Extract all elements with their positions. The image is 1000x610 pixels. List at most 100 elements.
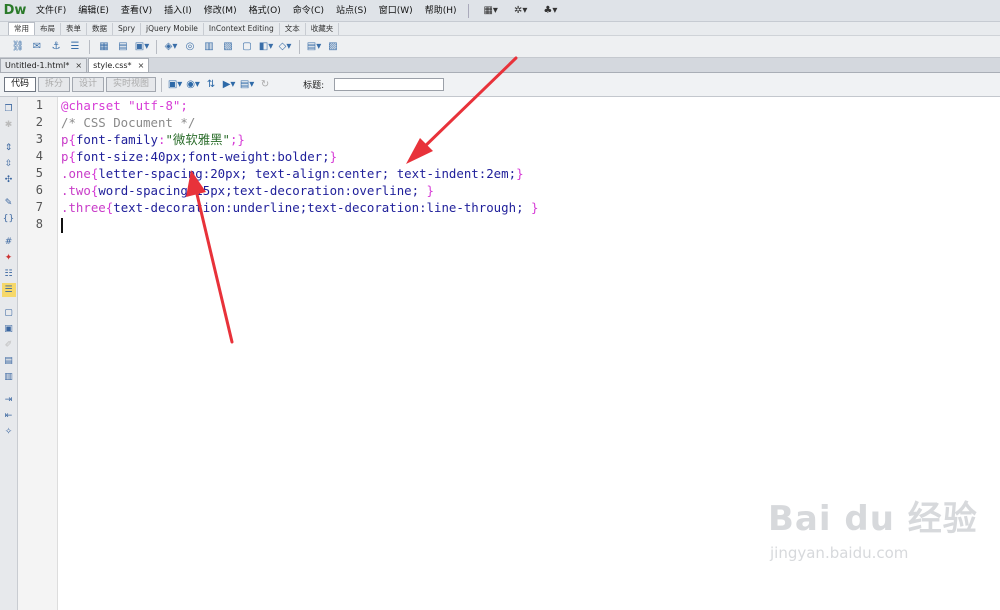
select-parent-tag-icon[interactable]: ✎	[2, 196, 16, 210]
category-incontext-editing[interactable]: InContext Editing	[204, 22, 280, 35]
refresh-icon[interactable]: ↻	[257, 77, 273, 93]
category-favorites[interactable]: 收藏夹	[306, 22, 340, 35]
declarations: word-spacing:15px;text-decoration:overli…	[98, 183, 427, 198]
menu-window[interactable]: 窗口(W)	[373, 0, 419, 22]
email-link-icon[interactable]: ✉	[29, 39, 45, 55]
check-page-icon[interactable]: ▤▾	[239, 77, 255, 93]
category-jquery-mobile[interactable]: jQuery Mobile	[141, 22, 204, 35]
menu-help[interactable]: 帮助(H)	[419, 0, 463, 22]
design-view-button[interactable]: 设计	[72, 77, 105, 92]
tab-style-css[interactable]: style.css* ×	[88, 58, 150, 72]
site-icon[interactable]: ♣▾	[535, 5, 565, 16]
selector: .three	[61, 200, 106, 215]
gear-icon[interactable]: ✲▾	[506, 5, 535, 16]
div-icon[interactable]: ▤	[115, 39, 131, 55]
toolbar-separator	[156, 39, 157, 54]
tag-chooser-icon[interactable]: ▨	[325, 39, 341, 55]
code-line-2[interactable]: /* CSS Document */	[61, 114, 1000, 131]
code-view-button[interactable]: 代码	[4, 77, 37, 92]
live-view-button[interactable]: 实时视图	[106, 77, 157, 92]
category-forms[interactable]: 表单	[61, 22, 87, 35]
apply-comment-icon[interactable]: ▢	[2, 306, 16, 320]
table-icon[interactable]: ▦	[96, 39, 112, 55]
wrap-tag-icon[interactable]: ✐	[2, 338, 16, 352]
close-icon[interactable]: ×	[75, 59, 82, 72]
code-line-3[interactable]: p{font-family:"微软雅黑";}	[61, 131, 1000, 148]
menu-site[interactable]: 站点(S)	[330, 0, 373, 22]
head-icon[interactable]: ◧▾	[258, 39, 274, 55]
dreamweaver-window: Dw 文件(F) 编辑(E) 查看(V) 插入(I) 修改(M) 格式(O) 命…	[0, 0, 1000, 610]
show-code-navigator-icon[interactable]: ✱	[2, 118, 16, 132]
horizontal-rule-icon[interactable]: ☰	[67, 39, 83, 55]
multiscreen-icon[interactable]: ▣▾	[167, 77, 183, 93]
declarations: text-decoration:underline;text-decoratio…	[113, 200, 531, 215]
remove-comment-icon[interactable]: ▣	[2, 322, 16, 336]
toolbar-separator	[89, 39, 90, 54]
auto-indent-icon[interactable]: ☰	[1, 283, 16, 297]
format-source-code-icon[interactable]: ✧	[2, 425, 16, 439]
brace: }	[530, 200, 539, 215]
line-number: 7	[35, 200, 43, 214]
recent-snippets-icon[interactable]: ▤	[2, 354, 16, 368]
date-icon[interactable]: ▥	[201, 39, 217, 55]
preview-browser-icon[interactable]: ◉▾	[185, 77, 201, 93]
expand-all-icon[interactable]: ✣	[2, 173, 16, 187]
comment: /* CSS Document */	[61, 115, 196, 130]
highlight-invalid-code-icon[interactable]: ✦	[2, 251, 16, 265]
string-value: "utf-8"	[128, 98, 181, 113]
outdent-code-icon[interactable]: ⇤	[2, 409, 16, 423]
line-number: 3	[35, 132, 43, 146]
code-line-4[interactable]: p{font-size:40px;font-weight:bolder;}	[61, 148, 1000, 165]
server-side-include-icon[interactable]: ▧	[220, 39, 236, 55]
image-icon[interactable]: ▣▾	[134, 39, 150, 55]
line-number: 5	[35, 166, 43, 180]
widget-icon[interactable]: ◎	[182, 39, 198, 55]
menu-edit[interactable]: 编辑(E)	[72, 0, 115, 22]
balance-braces-icon[interactable]: {}	[2, 212, 16, 226]
category-layout[interactable]: 布局	[35, 22, 61, 35]
file-management-icon[interactable]: ⇅	[203, 77, 219, 93]
media-icon[interactable]: ◈▾	[163, 39, 179, 55]
menu-commands[interactable]: 命令(C)	[287, 0, 330, 22]
layout-icon[interactable]: ▦▾	[475, 5, 505, 16]
open-documents-icon[interactable]: ❐	[2, 102, 16, 116]
property: font-family	[75, 132, 158, 147]
indent-code-icon[interactable]: ⇥	[2, 393, 16, 407]
code-line-5[interactable]: .one{letter-spacing:20px; text-align:cen…	[61, 165, 1000, 182]
code-line-7[interactable]: .three{text-decoration:underline;text-de…	[61, 199, 1000, 216]
hyperlink-icon[interactable]: ⛓	[10, 39, 26, 55]
collapse-selection-icon[interactable]: ⇳	[2, 157, 16, 171]
menu-bar: Dw 文件(F) 编辑(E) 查看(V) 插入(I) 修改(M) 格式(O) 命…	[0, 0, 1000, 22]
script-icon[interactable]: ◇▾	[277, 39, 293, 55]
category-common[interactable]: 常用	[8, 22, 35, 35]
code-line-8[interactable]	[61, 216, 1000, 233]
line-number: 1	[35, 98, 43, 112]
named-anchor-icon[interactable]: ⚓	[48, 39, 64, 55]
comment-icon[interactable]: ▢	[239, 39, 255, 55]
category-text[interactable]: 文本	[280, 22, 306, 35]
menu-view[interactable]: 查看(V)	[115, 0, 158, 22]
line-number: 6	[35, 183, 43, 197]
templates-icon[interactable]: ▤▾	[306, 39, 322, 55]
menu-insert[interactable]: 插入(I)	[158, 0, 198, 22]
tab-untitled-1[interactable]: Untitled-1.html* ×	[0, 58, 88, 72]
split-view-button[interactable]: 拆分	[38, 77, 71, 92]
validate-icon[interactable]: ▶▾	[221, 77, 237, 93]
menu-file[interactable]: 文件(F)	[30, 0, 72, 22]
category-data[interactable]: 数据	[87, 22, 113, 35]
syntax-coloring-icon[interactable]: ☷	[2, 267, 16, 281]
menu-format[interactable]: 格式(O)	[243, 0, 287, 22]
selector: .two	[61, 183, 91, 198]
collapse-full-tag-icon[interactable]: ⇕	[2, 141, 16, 155]
title-field[interactable]	[334, 78, 445, 91]
line-number: 4	[35, 149, 43, 163]
brace: }	[426, 183, 435, 198]
menu-modify[interactable]: 修改(M)	[198, 0, 243, 22]
close-icon[interactable]: ×	[138, 59, 145, 72]
category-spry[interactable]: Spry	[113, 22, 142, 35]
code-line-6[interactable]: .two{word-spacing:15px;text-decoration:o…	[61, 182, 1000, 199]
move-css-icon[interactable]: ▥	[2, 370, 16, 384]
string-value: "微软雅黑"	[165, 132, 230, 147]
code-line-1[interactable]: @charset "utf-8";	[61, 97, 1000, 114]
line-numbers-icon[interactable]: #	[2, 235, 16, 249]
